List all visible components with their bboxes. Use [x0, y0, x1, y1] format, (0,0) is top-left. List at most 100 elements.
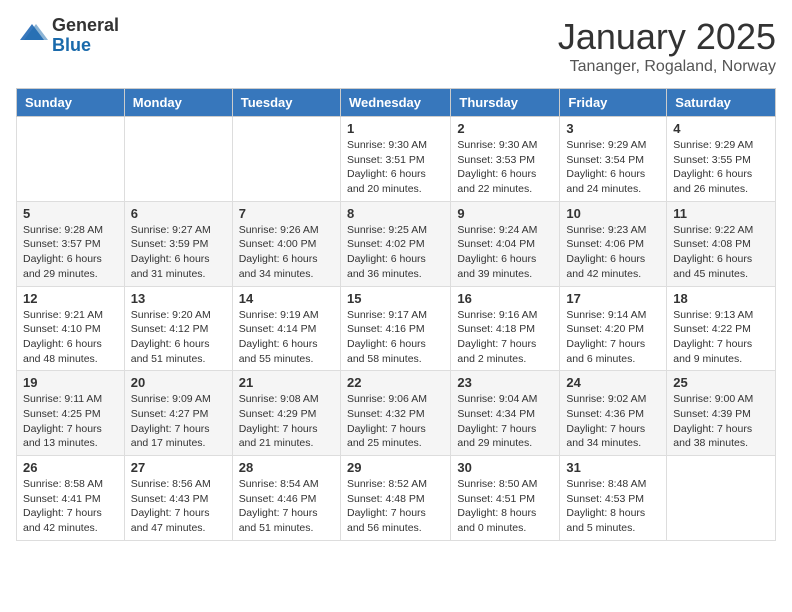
title-area: January 2025 Tananger, Rogaland, Norway — [558, 16, 776, 76]
calendar-cell — [17, 117, 125, 202]
calendar-cell: 21Sunrise: 9:08 AM Sunset: 4:29 PM Dayli… — [232, 371, 340, 456]
day-number: 25 — [673, 375, 769, 390]
calendar-cell: 29 Sunrise: 8:52 AM Sunset: 4:48 PM Dayli… — [340, 456, 450, 541]
day-info: Sunrise: 9:28 AM Sunset: 3:57 PM Dayligh… — [23, 223, 118, 282]
day-info: Sunrise: 9:24 AM Sunset: 4:04 PM Dayligh… — [457, 223, 553, 282]
weekday-header-sunday: Sunday — [17, 89, 125, 117]
day-info: Sunrise: 9:09 AM Sunset: 4:27 PM Dayligh… — [131, 392, 226, 451]
page-header: General Blue January 2025 Tananger, Roga… — [16, 16, 776, 76]
calendar-cell: 27Sunrise: 8:56 AM Sunset: 4:43 PM Dayli… — [124, 456, 232, 541]
logo-icon — [16, 20, 48, 52]
logo-text: General Blue — [52, 16, 119, 56]
day-number: 4 — [673, 121, 769, 136]
day-number: 30 — [457, 460, 553, 475]
day-info: Sunrise: 9:17 AM Sunset: 4:16 PM Dayligh… — [347, 308, 444, 367]
calendar-cell: 9 Sunrise: 9:24 AM Sunset: 4:04 PM Daylig… — [451, 201, 560, 286]
weekday-header-row: SundayMondayTuesdayWednesdayThursdayFrid… — [17, 89, 776, 117]
day-number: 2 — [457, 121, 553, 136]
day-number: 15 — [347, 291, 444, 306]
day-number: 27 — [131, 460, 226, 475]
day-info: Sunrise: 9:08 AM Sunset: 4:29 PM Dayligh… — [239, 392, 334, 451]
calendar-cell: 24 Sunrise: 9:02 AM Sunset: 4:36 PM Dayli… — [560, 371, 667, 456]
calendar-cell: 15 Sunrise: 9:17 AM Sunset: 4:16 PM Dayli… — [340, 286, 450, 371]
day-number: 10 — [566, 206, 660, 221]
day-number: 5 — [23, 206, 118, 221]
calendar-cell: 20 Sunrise: 9:09 AM Sunset: 4:27 PM Dayli… — [124, 371, 232, 456]
calendar-table: SundayMondayTuesdayWednesdayThursdayFrid… — [16, 88, 776, 541]
calendar-cell: 22Sunrise: 9:06 AM Sunset: 4:32 PM Dayli… — [340, 371, 450, 456]
logo-general: General — [52, 16, 119, 36]
day-info: Sunrise: 9:29 AM Sunset: 3:55 PM Dayligh… — [673, 138, 769, 197]
calendar-cell: 10 Sunrise: 9:23 AM Sunset: 4:06 PM Dayli… — [560, 201, 667, 286]
day-number: 14 — [239, 291, 334, 306]
calendar-cell — [232, 117, 340, 202]
day-number: 18 — [673, 291, 769, 306]
day-number: 3 — [566, 121, 660, 136]
calendar-cell: 14 Sunrise: 9:19 AM Sunset: 4:14 PM Dayli… — [232, 286, 340, 371]
day-info: Sunrise: 9:30 AM Sunset: 3:53 PM Dayligh… — [457, 138, 553, 197]
day-number: 29 — [347, 460, 444, 475]
day-number: 31 — [566, 460, 660, 475]
day-info: Sunrise: 9:02 AM Sunset: 4:36 PM Dayligh… — [566, 392, 660, 451]
calendar-cell: 18 Sunrise: 9:13 AM Sunset: 4:22 PM Dayli… — [667, 286, 776, 371]
calendar-week-5: 26 Sunrise: 8:58 AM Sunset: 4:41 PM Dayli… — [17, 456, 776, 541]
calendar-cell — [124, 117, 232, 202]
calendar-cell: 26 Sunrise: 8:58 AM Sunset: 4:41 PM Dayli… — [17, 456, 125, 541]
day-info: Sunrise: 9:21 AM Sunset: 4:10 PM Dayligh… — [23, 308, 118, 367]
day-info: Sunrise: 9:26 AM Sunset: 4:00 PM Dayligh… — [239, 223, 334, 282]
calendar-cell: 11 Sunrise: 9:22 AM Sunset: 4:08 PM Dayli… — [667, 201, 776, 286]
calendar-header: SundayMondayTuesdayWednesdayThursdayFrid… — [17, 89, 776, 117]
day-info: Sunrise: 9:22 AM Sunset: 4:08 PM Dayligh… — [673, 223, 769, 282]
day-info: Sunrise: 9:29 AM Sunset: 3:54 PM Dayligh… — [566, 138, 660, 197]
day-info: Sunrise: 9:04 AM Sunset: 4:34 PM Dayligh… — [457, 392, 553, 451]
calendar-cell: 31Sunrise: 8:48 AM Sunset: 4:53 PM Dayli… — [560, 456, 667, 541]
day-info: Sunrise: 8:52 AM Sunset: 4:48 PM Dayligh… — [347, 477, 444, 536]
calendar-cell: 30Sunrise: 8:50 AM Sunset: 4:51 PM Dayli… — [451, 456, 560, 541]
day-number: 20 — [131, 375, 226, 390]
day-number: 23 — [457, 375, 553, 390]
calendar-cell: 16 Sunrise: 9:16 AM Sunset: 4:18 PM Dayli… — [451, 286, 560, 371]
day-number: 6 — [131, 206, 226, 221]
day-number: 8 — [347, 206, 444, 221]
day-info: Sunrise: 8:58 AM Sunset: 4:41 PM Dayligh… — [23, 477, 118, 536]
day-number: 13 — [131, 291, 226, 306]
day-number: 7 — [239, 206, 334, 221]
calendar-week-3: 12Sunrise: 9:21 AM Sunset: 4:10 PM Dayli… — [17, 286, 776, 371]
day-info: Sunrise: 9:00 AM Sunset: 4:39 PM Dayligh… — [673, 392, 769, 451]
day-info: Sunrise: 9:13 AM Sunset: 4:22 PM Dayligh… — [673, 308, 769, 367]
day-number: 26 — [23, 460, 118, 475]
day-number: 16 — [457, 291, 553, 306]
calendar-cell: 8 Sunrise: 9:25 AM Sunset: 4:02 PM Daylig… — [340, 201, 450, 286]
logo-blue: Blue — [52, 36, 119, 56]
calendar-cell: 13 Sunrise: 9:20 AM Sunset: 4:12 PM Dayli… — [124, 286, 232, 371]
calendar-week-1: 1 Sunrise: 9:30 AM Sunset: 3:51 PM Daylig… — [17, 117, 776, 202]
calendar-cell: 25 Sunrise: 9:00 AM Sunset: 4:39 PM Dayli… — [667, 371, 776, 456]
weekday-header-tuesday: Tuesday — [232, 89, 340, 117]
calendar-cell: 2 Sunrise: 9:30 AM Sunset: 3:53 PM Daylig… — [451, 117, 560, 202]
day-info: Sunrise: 9:06 AM Sunset: 4:32 PM Dayligh… — [347, 392, 444, 451]
day-number: 9 — [457, 206, 553, 221]
weekday-header-saturday: Saturday — [667, 89, 776, 117]
calendar-cell: 23 Sunrise: 9:04 AM Sunset: 4:34 PM Dayli… — [451, 371, 560, 456]
calendar-cell: 19Sunrise: 9:11 AM Sunset: 4:25 PM Dayli… — [17, 371, 125, 456]
calendar-week-2: 5 Sunrise: 9:28 AM Sunset: 3:57 PM Daylig… — [17, 201, 776, 286]
calendar-cell: 3 Sunrise: 9:29 AM Sunset: 3:54 PM Daylig… — [560, 117, 667, 202]
calendar-cell: 1 Sunrise: 9:30 AM Sunset: 3:51 PM Daylig… — [340, 117, 450, 202]
day-info: Sunrise: 8:54 AM Sunset: 4:46 PM Dayligh… — [239, 477, 334, 536]
day-number: 24 — [566, 375, 660, 390]
weekday-header-monday: Monday — [124, 89, 232, 117]
day-info: Sunrise: 9:25 AM Sunset: 4:02 PM Dayligh… — [347, 223, 444, 282]
day-info: Sunrise: 9:20 AM Sunset: 4:12 PM Dayligh… — [131, 308, 226, 367]
day-number: 17 — [566, 291, 660, 306]
day-number: 11 — [673, 206, 769, 221]
calendar-cell: 28Sunrise: 8:54 AM Sunset: 4:46 PM Dayli… — [232, 456, 340, 541]
day-info: Sunrise: 9:23 AM Sunset: 4:06 PM Dayligh… — [566, 223, 660, 282]
day-info: Sunrise: 9:30 AM Sunset: 3:51 PM Dayligh… — [347, 138, 444, 197]
calendar-cell: 4 Sunrise: 9:29 AM Sunset: 3:55 PM Daylig… — [667, 117, 776, 202]
month-title: January 2025 — [558, 16, 776, 58]
calendar-body: 1 Sunrise: 9:30 AM Sunset: 3:51 PM Daylig… — [17, 117, 776, 541]
day-info: Sunrise: 9:19 AM Sunset: 4:14 PM Dayligh… — [239, 308, 334, 367]
calendar-cell: 6Sunrise: 9:27 AM Sunset: 3:59 PM Daylig… — [124, 201, 232, 286]
day-info: Sunrise: 9:16 AM Sunset: 4:18 PM Dayligh… — [457, 308, 553, 367]
day-number: 1 — [347, 121, 444, 136]
